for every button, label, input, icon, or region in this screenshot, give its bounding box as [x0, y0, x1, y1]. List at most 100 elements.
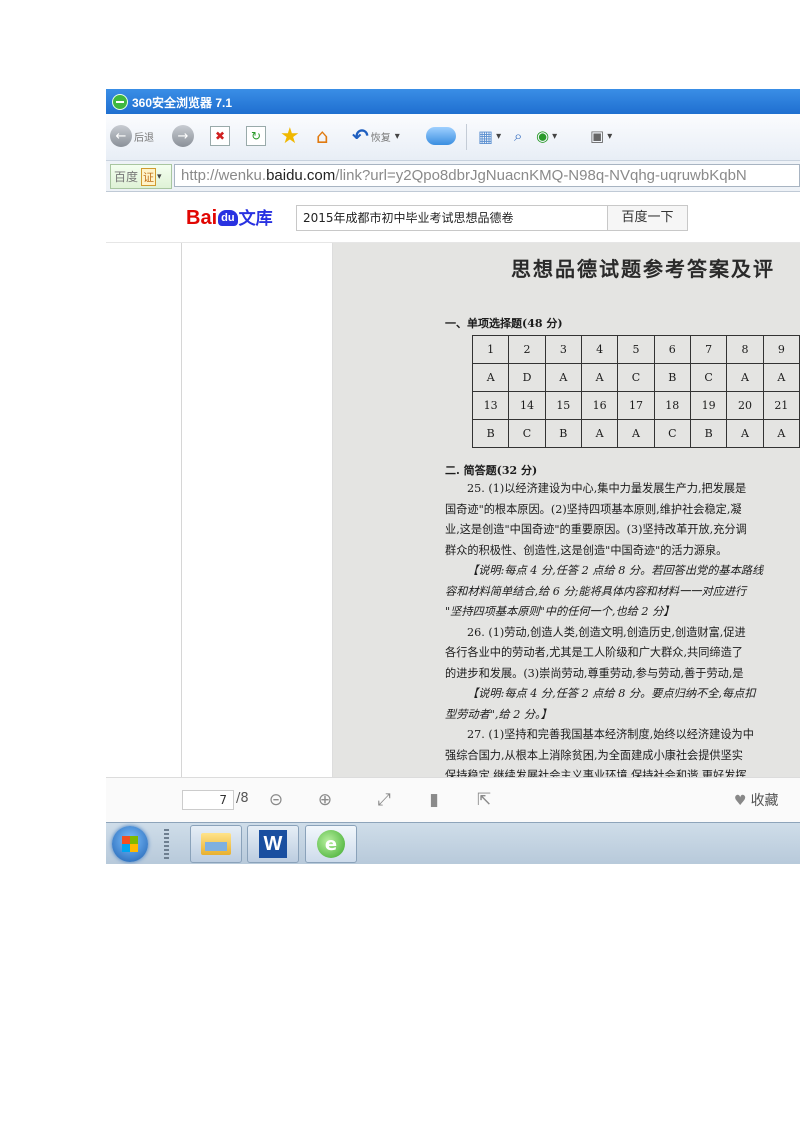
apps-button[interactable]: ▦ ▾: [478, 124, 501, 148]
answer-table-row: ADAACBCAA: [471, 363, 800, 392]
answer-text-line: 25. (1)以经济建设为中心,集中力量发展生产力,把发展是: [467, 482, 747, 495]
answer-table-cell: D: [508, 363, 546, 392]
zoom-in-icon[interactable]: ⊕: [315, 790, 335, 810]
answer-table-cell: 21: [762, 391, 800, 420]
favorite-button[interactable]: ♥ 收藏: [734, 790, 779, 810]
site-identity-label: 百度: [114, 170, 139, 184]
fullscreen-icon[interactable]: ⤢: [374, 790, 394, 810]
search-input[interactable]: 2015年成都市初中毕业考试思想品德卷: [296, 205, 608, 231]
answer-table-cell: A: [617, 419, 655, 448]
answer-table-cell: 2: [508, 335, 546, 364]
undo-icon: ↶: [352, 124, 369, 148]
taskbar-wps-writer[interactable]: W: [247, 825, 299, 863]
answer-text-line: 强综合国力,从根本上消除贫困,为全面建成小康社会提供坚实: [445, 748, 743, 762]
answer-table-cell: 20: [726, 391, 764, 420]
search-button[interactable]: 百度一下: [608, 205, 688, 231]
answer-table-cell: 15: [544, 391, 582, 420]
taskbar-360-browser[interactable]: e: [305, 825, 357, 863]
answer-text-line: 容和材料简单结合,给 6 分;能将具体内容和材料一一对应进行: [445, 584, 747, 598]
browser-title: 360安全浏览器 7.1: [132, 96, 233, 110]
address-bar[interactable]: http://wenku.baidu.com/link?url=y2Qpo8db…: [174, 164, 800, 187]
favorites-button[interactable]: ★: [280, 123, 300, 149]
apps-grid-icon: ▦: [478, 126, 494, 146]
answer-text: 25. (1)以经济建设为中心,集中力量发展生产力,把发展是 国奇迹"的根本原因。…: [445, 479, 800, 777]
360-browser-icon: e: [317, 830, 345, 858]
search-icon: ⌕: [514, 127, 523, 145]
answer-table-cell: C: [508, 419, 546, 448]
answer-text-line: "坚持四项基本原则"中的任何一个,也给 2 分】: [445, 605, 675, 618]
wps-writer-icon: W: [259, 830, 287, 858]
browser-logo-icon: [112, 94, 128, 110]
answer-table-cell: 8: [726, 335, 764, 364]
back-label: 后退: [134, 132, 154, 144]
url-prefix: http://wenku.: [181, 167, 267, 184]
certificate-badge: 证: [141, 167, 157, 186]
cloud-button[interactable]: [426, 124, 456, 148]
answer-table-cell: 4: [580, 335, 619, 364]
cloud-icon: [426, 127, 456, 145]
bookmark-icon[interactable]: ▮: [424, 790, 444, 810]
answer-text-line: 的进步和发展。(3)崇尚劳动,尊重劳动,参与劳动,善于劳动,是: [445, 666, 744, 680]
answer-table: 1 2 3 4 5 6 7 8 9 A D A A C B C A A 13 14 15 16 17 18 19 20 21 B C B A…: [471, 335, 800, 448]
forward-arrow-icon: →: [172, 125, 194, 147]
answer-table-row: 123456789: [471, 335, 800, 364]
answer-text-line: 【说明:每点 4 分,任答 2 点给 8 分。若回答出党的基本路线: [467, 564, 764, 577]
answer-table-cell: 1: [471, 335, 510, 364]
answer-table-cell: A: [580, 363, 619, 392]
taskbar-explorer[interactable]: [190, 825, 242, 863]
answer-table-cell: B: [544, 419, 582, 448]
baidu-wenku-logo[interactable]: Bai du 文库: [186, 204, 273, 230]
chevron-down-icon: ▾: [552, 130, 558, 142]
answer-table-cell: A: [580, 419, 619, 448]
answer-table-cell: A: [726, 363, 764, 392]
window-button[interactable]: ▣ ▾: [590, 124, 612, 148]
answer-table-cell: 13: [471, 391, 510, 420]
home-icon: ⌂: [316, 124, 329, 148]
folder-icon: [201, 833, 231, 855]
answer-text-line: 保持稳定,继续发展社会主义事业环境,保持社会和谐,更好发挥: [445, 769, 747, 777]
star-icon: ★: [280, 123, 300, 149]
refresh-icon: ↻: [246, 126, 266, 146]
url-path: /link?url=y2Qpo8dbrJgNuacnKMQ-N98q-NVqhg…: [335, 167, 747, 184]
answer-table-row: BCBAACBAA: [471, 419, 800, 448]
restore-button[interactable]: ↶ 恢复 ▾: [352, 124, 400, 148]
answer-table-cell: A: [544, 363, 582, 392]
share-icon[interactable]: ⇱: [474, 790, 494, 810]
restore-label: 恢复: [370, 132, 391, 144]
answer-table-cell: B: [471, 419, 510, 448]
answer-table-cell: 17: [617, 391, 655, 420]
home-button[interactable]: ⌂: [316, 124, 329, 148]
document-viewer: 思想品德试题参考答案及评 一、单项选择题(48 分) 123456789ADAA…: [106, 243, 800, 777]
answer-table-cell: C: [653, 419, 691, 448]
site-identity-button[interactable]: 百度 证 ▾: [110, 164, 172, 189]
answer-table-cell: 5: [617, 335, 655, 364]
page-number-input[interactable]: 7: [182, 790, 234, 810]
favorite-label: 收藏: [750, 793, 779, 809]
screenshot-frame: 360安全浏览器 7.1 ← 后退 → ✖ ↻ ★ ⌂ ↶ 恢复 ▾ ▦ ▾ ⌕…: [106, 89, 800, 864]
answer-table-cell: 16: [580, 391, 619, 420]
answer-table-cell: B: [653, 363, 691, 392]
answer-table-cell: C: [617, 363, 655, 392]
refresh-button[interactable]: ↻: [246, 124, 266, 148]
zoom-out-icon[interactable]: ⊝: [266, 790, 286, 810]
answer-text-line: 群众的积极性、创造性,这是创造"中国奇迹"的活力源泉。: [445, 543, 728, 557]
search-tool-button[interactable]: ⌕: [514, 124, 522, 148]
page-margin: [182, 243, 333, 777]
start-button[interactable]: [112, 826, 148, 862]
forward-button[interactable]: →: [172, 124, 194, 148]
heart-icon: ♥: [734, 793, 747, 809]
security-button[interactable]: ◉ ▾: [536, 124, 557, 148]
document-page[interactable]: 思想品德试题参考答案及评 一、单项选择题(48 分) 123456789ADAA…: [333, 243, 800, 777]
answer-text-line: 27. (1)坚持和完善我国基本经济制度,始终以经济建设为中: [467, 728, 754, 741]
close-icon: ✖: [210, 126, 230, 146]
answer-table-cell: A: [762, 363, 800, 392]
answer-table-cell: 6: [653, 335, 691, 364]
logo-bai: Bai: [186, 207, 218, 229]
answer-table-cell: 19: [689, 391, 728, 420]
answer-table-cell: 7: [689, 335, 728, 364]
answer-text-line: 型劳动者",给 2 分。】: [445, 707, 552, 721]
url-domain: baidu.com: [266, 167, 336, 184]
stop-button[interactable]: ✖: [210, 124, 230, 148]
browser-title-bar: 360安全浏览器 7.1: [106, 89, 800, 114]
back-button[interactable]: ← 后退: [110, 124, 154, 148]
